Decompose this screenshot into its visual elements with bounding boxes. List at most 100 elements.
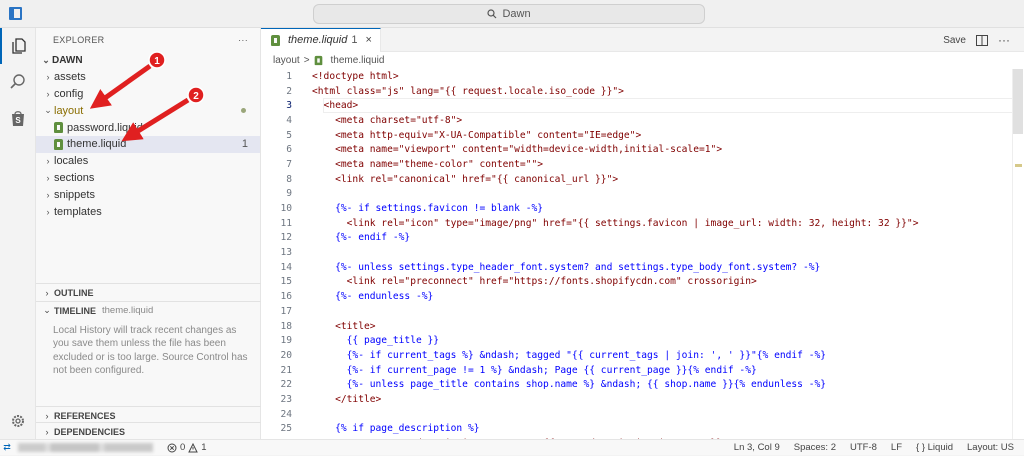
code-text: {%- if current_tags %} &ndash; tagged "{… <box>312 349 827 361</box>
indentation[interactable]: Spaces: 2 <box>794 442 836 453</box>
timeline-section[interactable]: ⌄ TIMELINE theme.liquid <box>36 301 261 319</box>
split-editor-icon[interactable] <box>976 34 988 46</box>
line-number: 16 <box>280 291 292 303</box>
code-line: 16 {%- endunless -%} <box>261 289 1024 304</box>
vertical-scrollbar[interactable] <box>1012 69 1024 439</box>
timeline-file: theme.liquid <box>102 305 154 316</box>
save-button[interactable]: Save <box>943 35 966 46</box>
code-editor[interactable]: 1 <!doctype html> 2 <html class="js" lang="… <box>261 69 1024 439</box>
code-line: 9 <box>261 187 1024 202</box>
workspace-root-label: DAWN <box>52 54 83 66</box>
tab-problem-count: 1 <box>351 34 358 46</box>
breadcrumb-folder[interactable]: layout <box>273 55 300 66</box>
breadcrumb-file[interactable]: theme.liquid <box>331 55 385 66</box>
file-item[interactable]: password.liquid <box>36 119 260 136</box>
tab-label: theme.liquid <box>288 34 348 46</box>
code-text: <head> <box>312 100 359 112</box>
encoding[interactable]: UTF-8 <box>850 442 877 453</box>
code-text: {%- if current_page != 1 %} &ndash; Page… <box>312 364 757 376</box>
liquid-file-icon <box>54 138 63 150</box>
keyboard-layout[interactable]: Layout: US <box>967 442 1014 453</box>
remote-icon[interactable]: ⇄ <box>0 440 14 456</box>
overview-ruler-marker <box>1015 164 1022 167</box>
tree-item-label: theme.liquid <box>67 138 127 151</box>
code-line: 10 {%- if settings.favicon != blank -%} <box>261 201 1024 216</box>
line-number: 12 <box>280 232 292 244</box>
more-icon[interactable]: ··· <box>998 33 1010 47</box>
folder-item[interactable]: › config <box>36 86 260 103</box>
problem-badge: 1 <box>241 138 248 151</box>
code-text: <html class="js" lang="{{ request.locale… <box>312 85 624 97</box>
line-number: 1 <box>286 70 292 82</box>
timeline-message: Local History will track recent changes … <box>53 325 248 377</box>
scrollbar-thumb[interactable] <box>1013 69 1023 134</box>
tree-item-label: sections <box>54 171 95 184</box>
warning-icon <box>188 442 199 452</box>
tree-item-label: assets <box>54 71 86 84</box>
code-text: {% if page_description %} <box>312 423 480 435</box>
code-text: <link rel="preconnect" href="https://fon… <box>312 276 757 288</box>
outline-section[interactable]: › OUTLINE <box>36 283 261 301</box>
line-number: 13 <box>280 247 292 259</box>
line-number: 21 <box>280 364 292 376</box>
chevron-right-icon: › <box>45 410 49 421</box>
line-number: 5 <box>286 129 292 141</box>
line-number: 8 <box>286 173 292 185</box>
code-line: 25 {% if page_description %} <box>261 422 1024 437</box>
code-line: 22 {%- unless page_title contains shop.n… <box>261 377 1024 392</box>
code-line: 6 <meta name="viewport" content="width=d… <box>261 142 1024 157</box>
outline-label: OUTLINE <box>54 287 94 298</box>
code-text: {%- unless settings.type_header_font.sys… <box>312 261 821 273</box>
code-text: <link rel="icon" type="image/png" href="… <box>312 217 919 229</box>
chevron-right-icon: › <box>45 287 49 298</box>
settings-activity-button[interactable] <box>0 403 36 439</box>
line-number: 9 <box>286 188 292 200</box>
folder-item[interactable]: › snippets <box>36 186 260 203</box>
warning-count: 1 <box>201 442 207 453</box>
code-text: {{ page_title }} <box>312 335 440 347</box>
timeline-label: TIMELINE <box>54 305 96 316</box>
command-center-search[interactable]: Dawn <box>313 4 705 24</box>
status-bar: ⇄ 0 1 Ln 3, Col 9 Spaces: 2 UTF-8 LF { }… <box>0 439 1024 455</box>
line-ending[interactable]: LF <box>891 442 902 453</box>
workspace-root[interactable]: ⌄ DAWN <box>36 52 260 69</box>
code-line: 14 {%- unless settings.type_header_font.… <box>261 260 1024 275</box>
code-line: 13 <box>261 245 1024 260</box>
line-number: 7 <box>286 158 292 170</box>
code-text: <meta http-equiv="X-UA-Compatible" conte… <box>312 129 642 141</box>
folder-item[interactable]: › templates <box>36 203 260 220</box>
code-line: 2 <html class="js" lang="{{ request.local… <box>261 84 1024 99</box>
code-text: <!doctype html> <box>312 70 399 82</box>
more-actions-button[interactable]: ··· <box>238 35 248 45</box>
language-mode[interactable]: { } Liquid <box>916 442 953 453</box>
shopify-activity-button[interactable]: S <box>0 100 36 136</box>
folder-item[interactable]: ⌄ layout <box>36 102 260 119</box>
dependencies-section[interactable]: › DEPENDENCIES <box>36 422 261 440</box>
chevron-right-icon: › <box>46 206 50 217</box>
search-activity-button[interactable] <box>0 64 36 100</box>
chevron-down-icon: ⌄ <box>44 105 52 116</box>
file-item[interactable]: theme.liquid 1 <box>36 135 260 153</box>
chevron-right-icon: › <box>45 426 49 437</box>
folder-item[interactable]: › assets <box>36 69 260 86</box>
folder-item[interactable]: › sections <box>36 170 260 187</box>
folder-item[interactable]: › locales <box>36 153 260 170</box>
code-line: 15 <link rel="preconnect" href="https://… <box>261 275 1024 290</box>
search-icon <box>487 9 497 19</box>
error-count: 0 <box>180 442 186 453</box>
line-number: 17 <box>280 305 292 317</box>
explorer-activity-button[interactable] <box>0 28 36 64</box>
cursor-position[interactable]: Ln 3, Col 9 <box>734 442 780 453</box>
line-number: 11 <box>280 217 292 229</box>
code-text: <meta charset="utf-8"> <box>312 114 463 126</box>
close-icon[interactable]: × <box>365 34 371 46</box>
code-text: {%- endunless -%} <box>312 291 434 303</box>
problems-indicator[interactable]: 0 1 <box>167 442 207 453</box>
app-icon <box>9 7 22 20</box>
tab-theme-liquid[interactable]: theme.liquid 1 × <box>261 27 381 52</box>
code-line: 12 {%- endif -%} <box>261 231 1024 246</box>
tree-item-label: templates <box>54 205 102 218</box>
line-number: 18 <box>280 320 292 332</box>
command-center-label: Dawn <box>502 8 531 20</box>
tree-item-label: config <box>54 87 84 100</box>
